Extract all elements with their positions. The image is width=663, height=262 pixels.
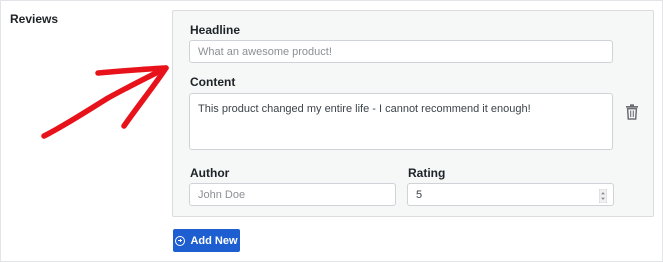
author-label: Author	[190, 166, 230, 180]
content-label: Content	[190, 75, 236, 89]
trash-icon[interactable]	[625, 104, 639, 120]
author-input[interactable]: John Doe	[189, 183, 396, 206]
rating-value: 5	[416, 188, 423, 201]
plus-circle-icon	[175, 235, 186, 246]
headline-label: Headline	[190, 23, 241, 37]
rating-label: Rating	[408, 166, 446, 180]
content-textarea[interactable]: This product changed my entire life - I …	[189, 93, 613, 150]
rating-input[interactable]: 5	[407, 183, 614, 206]
number-stepper-icon[interactable]	[598, 188, 608, 204]
headline-input[interactable]: What an awesome product!	[189, 40, 613, 63]
section-label: Reviews	[10, 12, 59, 26]
add-new-label: Add New	[190, 234, 238, 247]
add-new-button[interactable]: Add New	[173, 229, 240, 252]
